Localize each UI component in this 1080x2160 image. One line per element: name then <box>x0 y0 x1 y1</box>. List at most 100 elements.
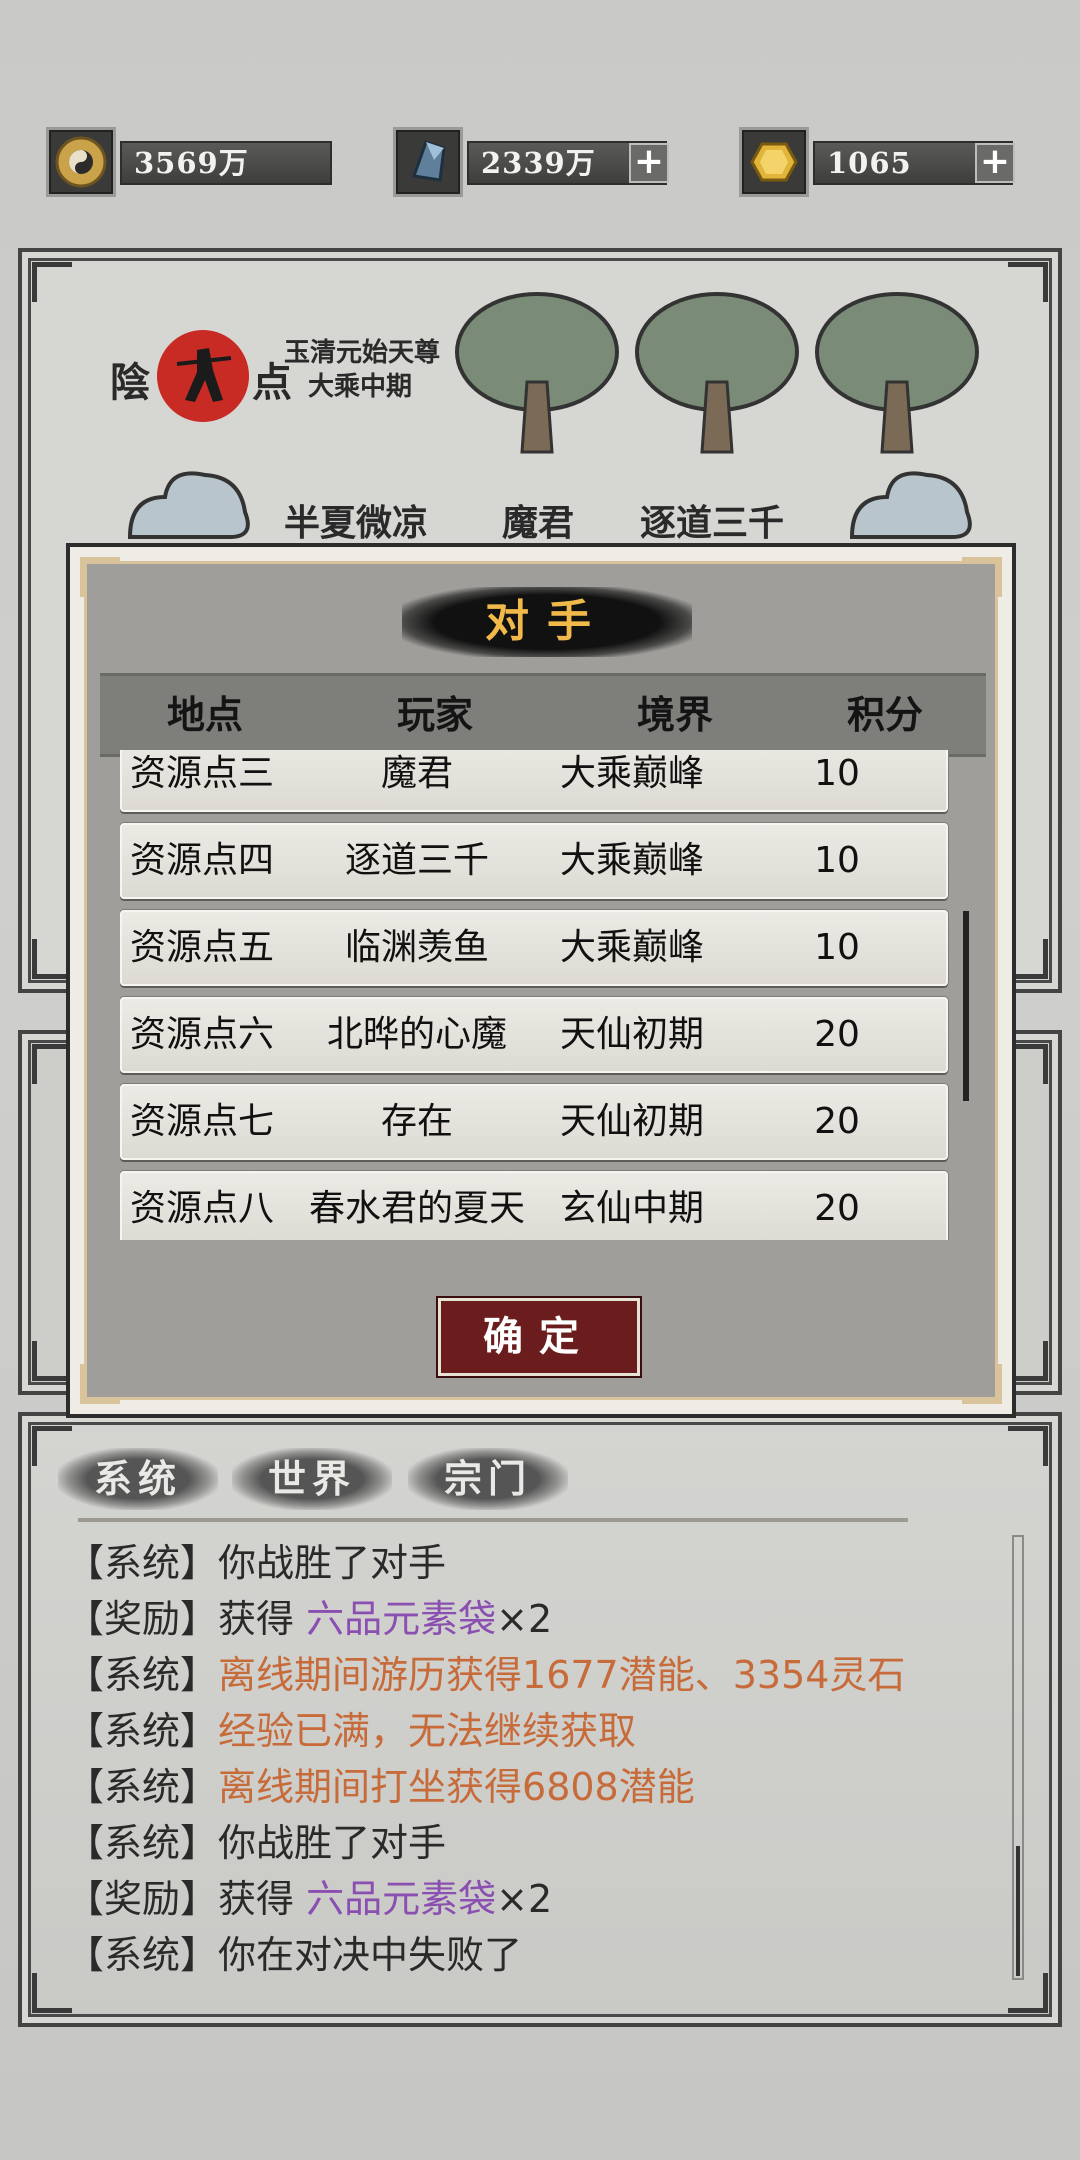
row-score: 10 <box>814 753 860 794</box>
opponent-row[interactable]: 资源点三 魔君 大乘巅峰 10 <box>120 750 948 812</box>
chat-message-list[interactable]: 【系统】你战胜了对手 【奖励】获得 六品元素袋×2 【系统】离线期间游历获得16… <box>66 1535 1006 1983</box>
row-location: 资源点六 <box>129 1014 274 1055</box>
tab-world[interactable]: 世界 <box>232 1448 392 1510</box>
row-realm: 大乘巅峰 <box>559 927 704 968</box>
frame-corner <box>1008 1426 1048 1466</box>
message-tag: 【系统】 <box>66 1933 219 1977</box>
chat-message: 【系统】经验已满，无法继续获取 <box>66 1703 1006 1759</box>
player-realm: 大乘中期 <box>308 372 413 402</box>
opponent-row[interactable]: 资源点七 存在 天仙初期 20 <box>120 1084 948 1160</box>
message-text: 你在对决中失败了 <box>218 1933 523 1977</box>
row-realm: 天仙初期 <box>559 1101 704 1142</box>
chat-message: 【系统】你战胜了对手 <box>66 1535 1006 1591</box>
chat-scrollbar[interactable] <box>1012 1535 1024 1980</box>
message-suffix: ×2 <box>496 1877 553 1921</box>
row-score: 20 <box>814 1014 860 1055</box>
tab-system[interactable]: 系统 <box>58 1448 218 1510</box>
message-text: 离线期间打坐获得6808潜能 <box>218 1765 695 1809</box>
message-text: 离线期间游历获得1677潜能、3354灵石 <box>218 1653 906 1697</box>
frame-corner <box>1008 262 1048 302</box>
opponent-table-header: 地点 玩家 境界 积分 <box>100 673 986 757</box>
row-player: 春水君的夏天 <box>308 1188 525 1229</box>
opponent-list-scrollbar[interactable] <box>963 911 969 1101</box>
cloud-icon <box>120 457 260 547</box>
column-header-location: 地点 <box>166 692 243 737</box>
opponent-list[interactable]: 资源点三 魔君 大乘巅峰 10 资源点四 逐道三千 大乘巅峰 10 资源点五 临… <box>120 750 950 1240</box>
tree-icon <box>452 282 622 462</box>
row-location: 资源点三 <box>129 753 274 794</box>
add-crystals-button[interactable]: + <box>629 143 669 183</box>
row-location: 资源点四 <box>129 840 274 881</box>
row-realm: 大乘巅峰 <box>559 753 704 794</box>
currency-coins: 3569万 <box>46 127 332 197</box>
frame-corner <box>962 557 1002 597</box>
row-score: 10 <box>814 927 860 968</box>
chat-message: 【奖励】获得 六品元素袋×2 <box>66 1591 1006 1647</box>
row-score: 20 <box>814 1188 860 1229</box>
message-tag: 【奖励】 <box>66 1877 219 1921</box>
row-realm: 天仙初期 <box>559 1014 704 1055</box>
row-realm: 玄仙中期 <box>559 1188 704 1229</box>
row-score: 10 <box>814 840 860 881</box>
row-player: 存在 <box>380 1101 453 1142</box>
dialog-title: 对手 <box>485 596 609 647</box>
row-location: 资源点八 <box>129 1188 274 1229</box>
opponent-row[interactable]: 资源点八 春水君的夏天 玄仙中期 20 <box>120 1171 948 1240</box>
opponent-row[interactable]: 资源点六 北晔的心魔 天仙初期 20 <box>120 997 948 1073</box>
chat-message: 【奖励】获得 六品元素袋×2 <box>66 1871 1006 1927</box>
currency-gems: 1065 + <box>739 127 1019 197</box>
spirit-crystal-icon <box>393 127 463 197</box>
player-avatar <box>157 330 249 422</box>
opponent-row[interactable]: 资源点四 逐道三千 大乘巅峰 10 <box>120 823 948 899</box>
chat-scrollbar-thumb[interactable] <box>1016 1846 1020 1976</box>
frame-corner <box>32 262 72 302</box>
currency-coins-value: 3569万 <box>120 141 332 185</box>
frame-corner <box>80 557 120 597</box>
message-text: 你战胜了对手 <box>218 1821 447 1865</box>
row-score: 20 <box>814 1101 860 1142</box>
column-header-realm: 境界 <box>636 692 713 737</box>
map-node-name[interactable]: 半夏微凉 <box>284 494 428 546</box>
map-node-name[interactable]: 魔君 <box>502 494 574 546</box>
player-node[interactable]: 陰 点 <box>102 322 292 452</box>
message-prefix: 获得 <box>218 1877 307 1921</box>
frame-corner <box>962 1364 1002 1404</box>
message-tag: 【系统】 <box>66 1541 219 1585</box>
cloud-icon <box>842 457 982 547</box>
opponent-dialog: 对手 地点 玩家 境界 积分 资源点三 魔君 大乘巅峰 10 资源点四 逐道三千… <box>66 543 1016 1418</box>
message-text: 你战胜了对手 <box>218 1541 447 1585</box>
column-header-score: 积分 <box>846 692 923 737</box>
reward-item-link[interactable]: 六品元素袋 <box>306 1877 496 1921</box>
message-tag: 【系统】 <box>66 1765 219 1809</box>
message-prefix: 获得 <box>218 1597 307 1641</box>
opponent-row[interactable]: 资源点五 临渊羡鱼 大乘巅峰 10 <box>120 910 948 986</box>
tab-sect[interactable]: 宗门 <box>408 1448 568 1510</box>
message-suffix: ×2 <box>496 1597 553 1641</box>
column-header-player: 玩家 <box>396 692 473 737</box>
map-node-name[interactable]: 逐道三千 <box>640 494 784 546</box>
message-text: 经验已满，无法继续获取 <box>218 1709 637 1753</box>
chat-divider <box>78 1518 908 1522</box>
chat-message: 【系统】离线期间游历获得1677潜能、3354灵石 <box>66 1647 1006 1703</box>
message-tag: 【奖励】 <box>66 1597 219 1641</box>
tree-icon <box>632 282 802 462</box>
add-gems-button[interactable]: + <box>975 143 1015 183</box>
chat-message: 【系统】你在对决中失败了 <box>66 1927 1006 1983</box>
message-tag: 【系统】 <box>66 1653 219 1697</box>
row-location: 资源点五 <box>129 927 274 968</box>
message-tag: 【系统】 <box>66 1821 219 1865</box>
confirm-button[interactable]: 确定 <box>436 1296 642 1378</box>
player-title: 玉清元始天尊 <box>284 338 441 368</box>
frame-corner <box>80 1364 120 1404</box>
row-player: 魔君 <box>380 753 453 794</box>
taiji-coin-icon <box>46 127 116 197</box>
tree-icon <box>812 282 982 462</box>
reward-item-link[interactable]: 六品元素袋 <box>306 1597 496 1641</box>
player-node-label-left: 陰 <box>110 359 150 406</box>
chat-message: 【系统】离线期间打坐获得6808潜能 <box>66 1759 1006 1815</box>
chat-message: 【系统】你战胜了对手 <box>66 1815 1006 1871</box>
row-location: 资源点七 <box>129 1101 274 1142</box>
row-player: 逐道三千 <box>344 840 489 881</box>
row-player: 北晔的心魔 <box>326 1014 507 1055</box>
row-realm: 大乘巅峰 <box>559 840 704 881</box>
